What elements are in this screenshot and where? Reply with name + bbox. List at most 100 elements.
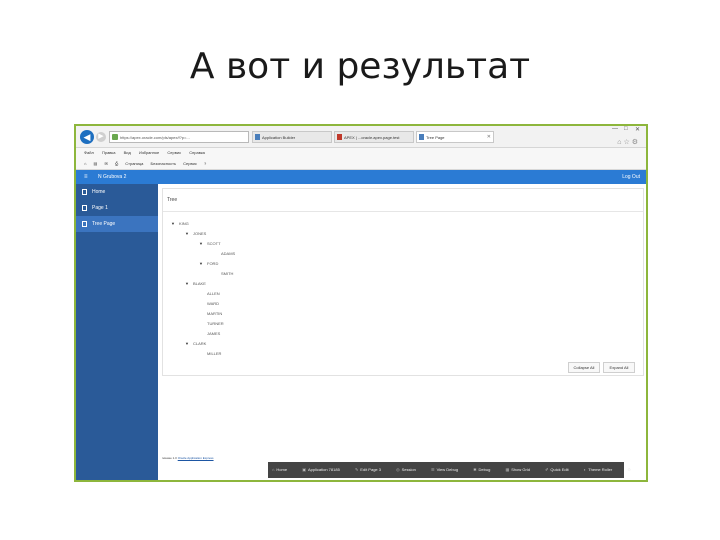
sidebar-item-label: Home <box>92 189 106 195</box>
feeds-icon[interactable]: ▤ <box>94 161 98 166</box>
close-button[interactable]: ✕ <box>635 126 640 133</box>
tree-node[interactable]: ▼ KING <box>171 219 189 228</box>
dev-edit-page[interactable]: ✎ Edit Page 3 <box>355 467 388 472</box>
menu-favorites[interactable]: Избранное <box>139 150 159 155</box>
tree-node[interactable]: WARD <box>199 299 219 308</box>
expand-icon[interactable]: ▼ <box>185 229 193 238</box>
tree-node-label: BLAKE <box>193 281 206 286</box>
expand-all-button[interactable]: Expand All <box>603 362 635 373</box>
tab-application-builder[interactable]: Application Builder <box>252 131 332 143</box>
expand-icon[interactable]: ▼ <box>199 259 207 268</box>
dev-home[interactable]: ⌂ Home <box>272 467 294 472</box>
sidebar-item-page-1[interactable]: Page 1 <box>76 200 158 216</box>
expand-icon[interactable]: ▼ <box>171 219 179 228</box>
logout-link[interactable]: Log Out <box>622 170 640 184</box>
print-icon[interactable]: ⎙ <box>115 161 118 166</box>
tree-node-label: ADAMS <box>221 251 236 256</box>
menu-view[interactable]: Вид <box>124 150 131 155</box>
main-content: Tree ▼ KING ▼ JONES ▼ SCOTT ADAMS ▼ FORD SMI… <box>158 184 646 480</box>
tree-node[interactable]: MILLER <box>199 349 221 358</box>
region-title: Tree <box>167 197 178 203</box>
dev-quick-edit[interactable]: ✐ Quick Edit <box>545 467 576 472</box>
sidebar-item-home[interactable]: Home <box>76 184 158 200</box>
tree-node[interactable]: SMITH <box>213 269 233 278</box>
tree-node-label: CLARK <box>193 341 207 346</box>
browser-chrome: ◀ ▶ https://apex.oracle.com/pls/apex/f?p… <box>76 126 646 148</box>
edit-icon: ✎ <box>354 467 359 472</box>
tree-node-label: SCOTT <box>207 241 221 246</box>
tree-node[interactable]: ▼ FORD <box>199 259 218 268</box>
help-icon[interactable]: ? <box>204 161 206 166</box>
tree-node[interactable]: MARTIN <box>199 309 222 318</box>
dev-session[interactable]: ◎ Session <box>396 467 423 472</box>
sidebar-item-tree-page[interactable]: Tree Page <box>76 216 158 232</box>
menu-bar: Файл Правка Вид Избранное Сервис Справка <box>76 148 646 158</box>
tree-node-label: MARTIN <box>207 311 223 316</box>
minimize-button[interactable]: — <box>612 126 618 132</box>
quick-edit-icon: ✐ <box>545 467 549 472</box>
close-icon[interactable]: ✕ <box>487 132 491 142</box>
address-bar[interactable]: https://apex.oracle.com/pls/apex/f?p=... <box>109 131 249 143</box>
tree-node-label: JAMES <box>207 331 221 336</box>
menu-icon[interactable]: ≡ <box>84 170 88 184</box>
sidebar: Home Page 1 Tree Page <box>76 184 158 480</box>
command-page[interactable]: Страница <box>125 161 143 166</box>
home-icon[interactable]: ⌂ <box>84 161 86 166</box>
footer-link[interactable]: Oracle Application Express <box>178 456 214 460</box>
address-text: https://apex.oracle.com/pls/apex/f?p=... <box>120 135 190 140</box>
tree-node[interactable]: TURNER <box>199 319 224 328</box>
dev-theme-roller[interactable]: ◐ Theme Roller <box>584 467 619 472</box>
command-bar: ⌂ ▤ ✉ ⎙ Страница Безопасность Сервис ? <box>76 158 646 170</box>
tree-node[interactable]: ▼ SCOTT <box>199 239 221 248</box>
bug-icon: ✱ <box>473 467 477 472</box>
page-icon <box>82 189 87 195</box>
mail-icon[interactable]: ✉ <box>104 161 107 166</box>
app-title[interactable]: N Grubova 2 <box>98 170 126 184</box>
dev-view-debug[interactable]: ☰ View Debug <box>431 467 465 472</box>
settings-icon[interactable]: ⚙ <box>627 467 631 472</box>
app-header: ≡ N Grubova 2 Log Out <box>76 170 646 184</box>
command-safety[interactable]: Безопасность <box>151 161 177 166</box>
menu-file[interactable]: Файл <box>84 150 94 155</box>
tree-node[interactable]: ▼ JONES <box>185 229 206 238</box>
sidebar-item-label: Tree Page <box>92 221 116 227</box>
divider <box>163 211 643 212</box>
dev-show-grid[interactable]: ▦ Show Grid <box>505 467 536 472</box>
home-icon: ⌂ <box>272 467 275 472</box>
page-icon <box>419 134 424 140</box>
restore-button[interactable]: □ <box>624 126 628 132</box>
tab-label: Application Builder <box>262 135 296 140</box>
command-tools[interactable]: Сервис <box>183 161 197 166</box>
tree-node[interactable]: ▼ CLARK <box>185 339 206 348</box>
tree-node-label: KING <box>179 221 189 226</box>
browser-toolbar-icons[interactable]: ⌂☆⚙ <box>617 138 640 146</box>
tree-node[interactable]: JAMES <box>199 329 220 338</box>
back-button[interactable]: ◀ <box>80 130 94 144</box>
lock-icon <box>112 134 118 140</box>
tab-label: APEX | ...oracle.apex.page.test <box>344 135 400 140</box>
tree-node[interactable]: ADAMS <box>213 249 235 258</box>
grid-icon: ▦ <box>505 467 510 472</box>
footer-text: release 1.0 Oracle Application Express <box>162 456 214 460</box>
tree-node[interactable]: ▼ BLAKE <box>185 279 206 288</box>
forward-button[interactable]: ▶ <box>96 132 106 142</box>
release-text: release 1.0 <box>162 456 177 460</box>
expand-icon[interactable]: ▼ <box>185 279 193 288</box>
tab-apex[interactable]: APEX | ...oracle.apex.page.test <box>334 131 414 143</box>
dev-debug[interactable]: ✱ Debug <box>473 467 497 472</box>
menu-tools[interactable]: Сервис <box>167 150 181 155</box>
slide-title: А вот и результат <box>189 46 531 87</box>
tab-tree-page[interactable]: Tree Page ✕ <box>416 131 494 143</box>
menu-edit[interactable]: Правка <box>102 150 116 155</box>
expand-icon[interactable]: ▼ <box>185 339 193 348</box>
tree-node[interactable]: ALLEN <box>199 289 220 298</box>
page-icon <box>255 134 260 140</box>
tab-label: Tree Page <box>426 135 445 140</box>
page-icon <box>82 205 87 211</box>
tree-node-label: SMITH <box>221 271 234 276</box>
expand-icon[interactable]: ▼ <box>199 239 207 248</box>
collapse-all-button[interactable]: Collapse All <box>568 362 600 373</box>
menu-help[interactable]: Справка <box>189 150 205 155</box>
dev-application[interactable]: ▣ Application 78185 <box>302 467 347 472</box>
sidebar-item-label: Page 1 <box>92 205 108 211</box>
